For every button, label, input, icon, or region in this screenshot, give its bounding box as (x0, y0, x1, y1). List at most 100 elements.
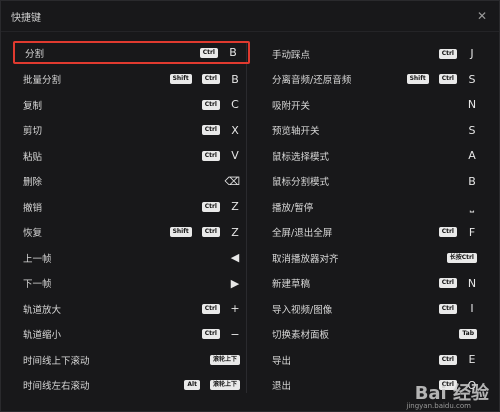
shortcut-label: 全屏/退出全屏 (272, 228, 333, 240)
left-column: 分割 Ctrl B 批量分割 Shift Ctrl B 复制 Ctrl C 剪切 Ctrl X 粘贴 Ctr… (13, 41, 250, 411)
key-label: X (231, 123, 239, 137)
key-label: S (468, 72, 476, 86)
shortcut-label: 上一帧 (23, 253, 52, 265)
modifier-key-badge: Ctrl (438, 74, 457, 85)
shortcut-keys: Ctrl E (438, 353, 477, 367)
shortcut-keys: Ctrl V (201, 149, 240, 163)
shortcut-label: 撤销 (23, 202, 43, 214)
key-label: + (230, 302, 240, 316)
shortcuts-dialog: 快捷键 ✕ 分割 Ctrl B 批量分割 Shift Ctrl B 复制 Ctrl C 剪切 Ctrl… (0, 0, 500, 412)
shortcut-row: 下一帧 ▶ (13, 271, 250, 297)
key-label: ⎵ (469, 199, 475, 213)
dialog-title: 快捷键 (11, 12, 41, 24)
key-label: − (230, 327, 240, 341)
shortcut-keys: Ctrl Z (201, 200, 240, 213)
modifier-key-badge: 滚轮上下 (209, 380, 240, 391)
shortcut-label: 分离音频/还原音频 (272, 75, 352, 87)
shortcut-label: 恢复 (23, 228, 43, 240)
shortcut-label: 时间线上下滚动 (23, 355, 90, 367)
shortcut-keys: Shift Ctrl S (406, 72, 477, 86)
shortcut-keys: N (467, 98, 477, 111)
modifier-key-badge: Shift (406, 74, 429, 85)
shortcut-keys: Shift Ctrl Z (169, 225, 240, 239)
shortcut-label: 手动踩点 (272, 49, 311, 61)
key-label: J (470, 47, 474, 61)
shortcut-keys: Alt 滚轮上下 (184, 380, 240, 391)
shortcut-label: 鼠标选择模式 (272, 151, 330, 163)
modifier-key-badge: Alt (184, 380, 200, 391)
shortcut-row: 时间线上下滚动 滚轮上下 (13, 347, 250, 373)
shortcut-row: 导入视频/图像 Ctrl I (262, 296, 487, 322)
modifier-key-badge: Ctrl (201, 150, 220, 161)
shortcut-row: 播放/暂停 ⎵ (262, 194, 487, 220)
modifier-key-badge: Ctrl (201, 201, 220, 212)
key-label: I (470, 302, 474, 316)
modifier-key-badge: Shift (169, 227, 192, 238)
shortcut-keys: Ctrl − (201, 327, 240, 341)
shortcut-keys: Ctrl C (201, 98, 240, 112)
shortcut-row: 新建草稿 Ctrl N (262, 271, 487, 297)
shortcut-label: 下一帧 (23, 279, 52, 291)
key-label: ◀ (230, 251, 240, 265)
shortcut-row: 轨道放大 Ctrl + (13, 296, 250, 322)
shortcut-row: 分割 Ctrl B (13, 41, 250, 64)
shortcut-keys: Ctrl X (201, 123, 240, 137)
key-label: V (231, 149, 239, 163)
shortcut-keys: Ctrl N (438, 276, 477, 290)
key-label: F (468, 225, 476, 239)
key-label: E (468, 353, 476, 367)
shortcut-label: 导出 (272, 355, 292, 367)
modifier-key-badge: Shift (169, 74, 192, 85)
shortcut-keys: Ctrl + (201, 302, 240, 316)
shortcut-keys: B (467, 175, 477, 188)
shortcut-row: 全屏/退出全屏 Ctrl F (262, 220, 487, 246)
shortcut-row: 撤销 Ctrl Z (13, 194, 250, 220)
key-label: N (467, 98, 477, 112)
key-label: A (468, 149, 476, 163)
key-label: N (467, 276, 477, 290)
shortcut-label: 时间线左右滚动 (23, 381, 90, 393)
shortcut-label: 分割 (25, 48, 45, 60)
modifier-key-badge: 长按Ctrl (446, 252, 477, 263)
modifier-key-badge: Ctrl (438, 278, 457, 289)
shortcut-keys: A (467, 149, 477, 162)
key-label: S (468, 123, 476, 137)
modifier-key-badge: 滚轮上下 (209, 354, 240, 365)
key-label: B (229, 46, 237, 59)
shortcut-row: 鼠标分割模式 B (262, 169, 487, 195)
shortcut-keys: Ctrl J (438, 47, 477, 61)
shortcut-row: 剪切 Ctrl X (13, 118, 250, 144)
close-icon[interactable]: ✕ (475, 9, 489, 23)
shortcut-keys: ⎵ (467, 200, 477, 214)
key-label: Z (231, 225, 239, 239)
shortcut-row: 预览轴开关 S (262, 118, 487, 144)
shortcut-row: 导出 Ctrl E (262, 347, 487, 373)
shortcut-row: 批量分割 Shift Ctrl B (13, 67, 250, 93)
modifier-key-badge: Tab (459, 329, 477, 340)
modifier-key-badge: Ctrl (201, 125, 220, 136)
modifier-key-badge: Ctrl (201, 74, 220, 85)
shortcut-label: 轨道缩小 (23, 330, 62, 342)
shortcut-keys: Ctrl F (438, 225, 477, 239)
key-label: C (231, 98, 239, 112)
shortcut-keys: Ctrl I (438, 302, 477, 316)
modifier-key-badge: Ctrl (438, 303, 457, 314)
shortcut-label: 播放/暂停 (272, 202, 314, 214)
shortcut-row: 切换素材面板 Tab (262, 322, 487, 348)
shortcut-list: 分割 Ctrl B 批量分割 Shift Ctrl B 复制 Ctrl C 剪切 Ctrl X 粘贴 Ctr… (13, 41, 487, 411)
key-label: B (231, 72, 239, 86)
shortcut-row: 取消播放器对齐 长按Ctrl (262, 245, 487, 271)
modifier-key-badge: Ctrl (201, 329, 220, 340)
shortcut-label: 粘贴 (23, 151, 43, 163)
shortcut-keys: S (467, 124, 477, 137)
shortcut-label: 切换素材面板 (272, 330, 330, 342)
shortcut-keys: ◀ (230, 251, 240, 264)
key-label: ▶ (230, 276, 240, 290)
shortcut-label: 剪切 (23, 126, 43, 138)
shortcut-row: 删除 ⌫ (13, 169, 250, 195)
modifier-key-badge: Ctrl (438, 354, 457, 365)
shortcut-label: 吸附开关 (272, 100, 311, 112)
right-column: 手动踩点 Ctrl J 分离音频/还原音频 Shift Ctrl S 吸附开关 N 预览轴开关 S 鼠… (250, 41, 487, 411)
shortcut-keys: 滚轮上下 (209, 354, 240, 365)
shortcut-keys: Tab (459, 329, 477, 340)
